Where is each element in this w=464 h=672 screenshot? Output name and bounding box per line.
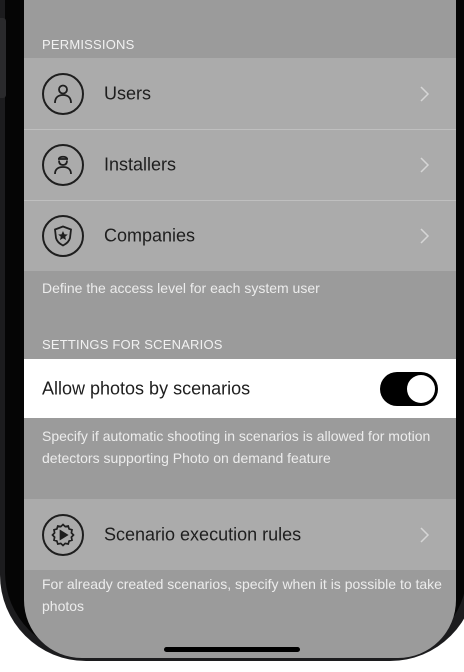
- gear-play-icon: [42, 513, 84, 556]
- scenario-rules-label: Scenario execution rules: [104, 524, 302, 544]
- toggle-knob: [407, 374, 435, 403]
- scenarios-header: SETTINGS FOR SCENARIOS: [42, 337, 223, 352]
- permissions-list: Users Installers Companies: [24, 58, 456, 271]
- chevron-right-icon: [420, 156, 430, 173]
- users-row[interactable]: Users: [24, 58, 456, 129]
- allow-photos-row: Allow photos by scenarios: [24, 359, 456, 418]
- screen: PERMISSIONS Users Installers Companies D…: [24, 0, 456, 658]
- chevron-right-icon: [420, 526, 430, 543]
- companies-label: Companies: [104, 225, 196, 245]
- shield-star-icon: [42, 214, 84, 257]
- home-indicator[interactable]: [164, 647, 300, 652]
- companies-row[interactable]: Companies: [24, 200, 456, 271]
- phone-side-button: [0, 18, 6, 98]
- allow-photos-toggle[interactable]: [380, 371, 438, 406]
- installers-row[interactable]: Installers: [24, 129, 456, 200]
- chevron-right-icon: [420, 227, 430, 244]
- permissions-header: PERMISSIONS: [42, 37, 135, 52]
- installer-icon: [42, 143, 84, 186]
- installers-label: Installers: [104, 154, 177, 174]
- users-label: Users: [104, 83, 152, 103]
- chevron-right-icon: [420, 85, 430, 102]
- allow-photos-label: Allow photos by scenarios: [42, 378, 251, 398]
- permissions-description: Define the access level for each system …: [42, 280, 320, 296]
- scenario-rules-row[interactable]: Scenario execution rules: [24, 499, 456, 570]
- user-icon: [42, 72, 84, 115]
- rules-list: Scenario execution rules: [24, 499, 456, 570]
- allow-photos-description: Specify if automatic shooting in scenari…: [42, 428, 431, 466]
- scenario-rules-description: For already created scenarios, specify w…: [42, 576, 442, 614]
